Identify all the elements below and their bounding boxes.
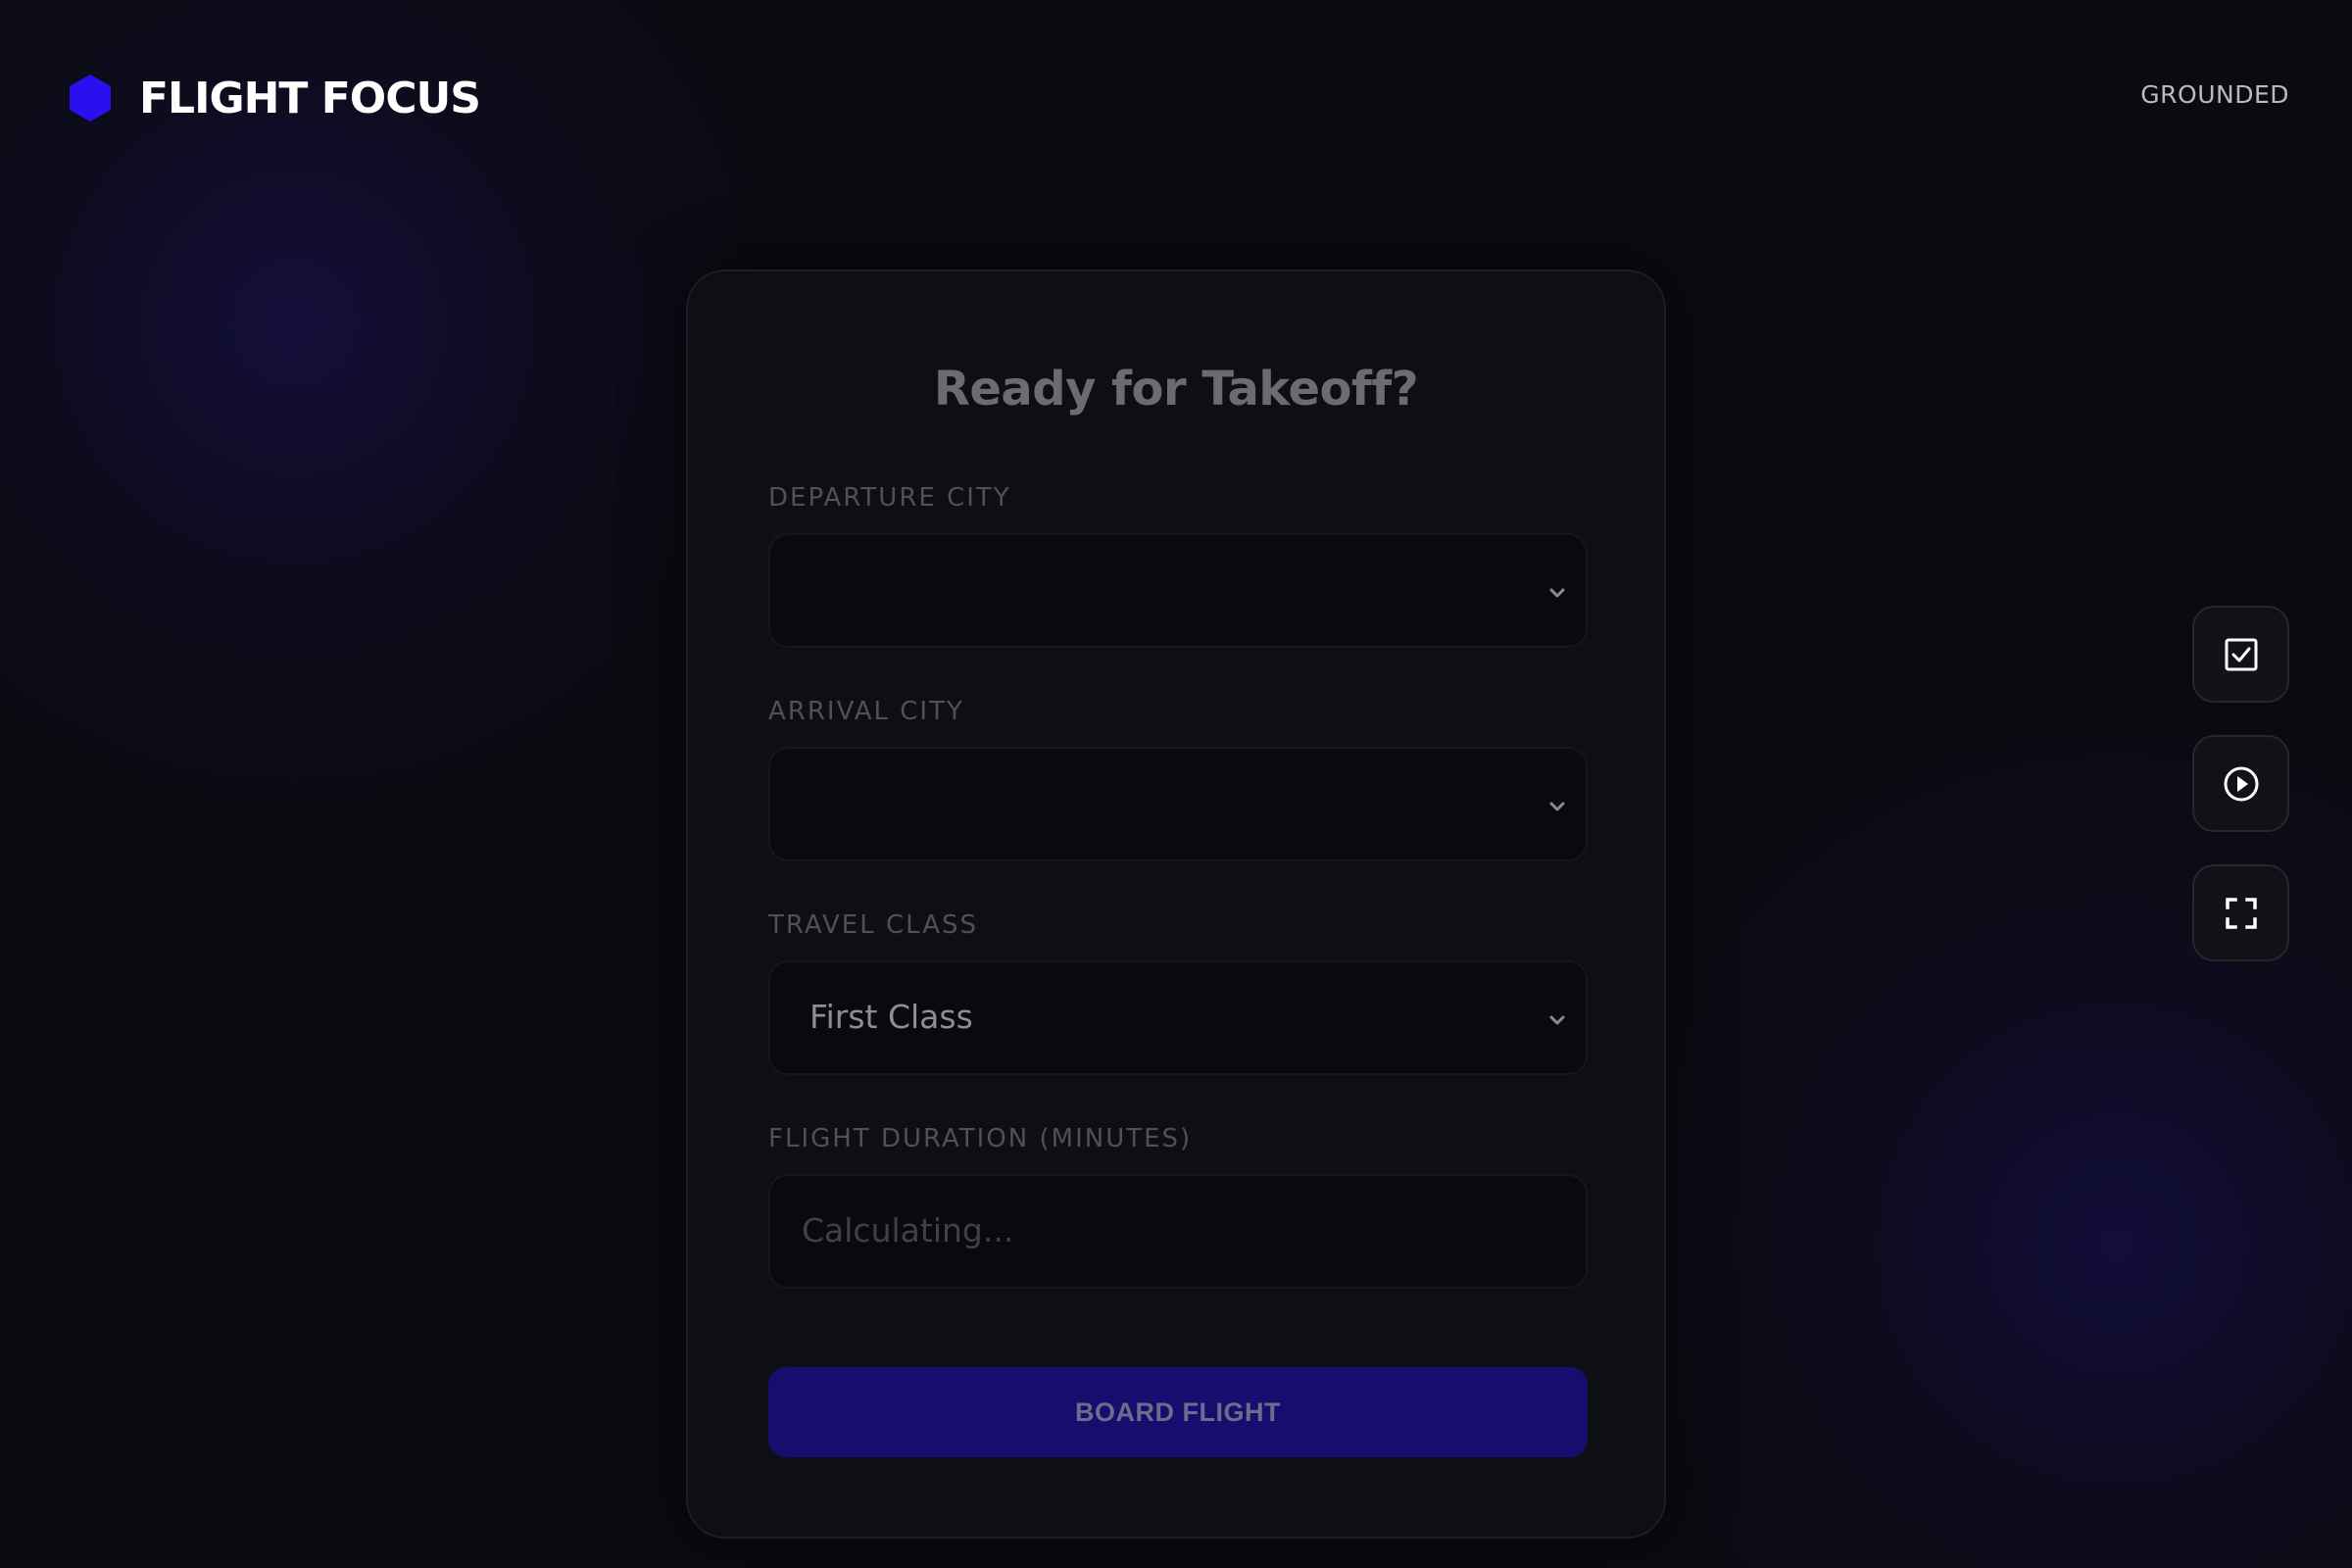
play-circle-icon [2224, 766, 2258, 801]
travel-class-label: TRAVEL CLASS [768, 910, 979, 940]
form-title: Ready for Takeoff? [933, 362, 1419, 416]
fullscreen-button[interactable] [2192, 864, 2289, 961]
board-flight-button[interactable]: BOARD FLIGHT [768, 1367, 1588, 1457]
app-background: FLIGHT FOCUS GROUNDED Ready for Takeoff?… [0, 0, 2352, 1568]
travel-class-value: First Class [809, 998, 973, 1036]
flight-duration-placeholder: Calculating... [802, 1211, 1014, 1250]
arrival-city-label: ARRIVAL CITY [768, 697, 964, 726]
chevron-down-icon [1549, 588, 1565, 598]
checkbox-icon [2225, 638, 2257, 670]
departure-city-label: DEPARTURE CITY [768, 483, 1011, 513]
play-button[interactable] [2192, 735, 2289, 832]
flight-duration-input[interactable]: Calculating... [768, 1174, 1588, 1289]
flight-duration-label: FLIGHT DURATION (MINUTES) [768, 1124, 1193, 1153]
travel-class-select[interactable]: First Class [768, 960, 1588, 1075]
flight-booking-card: Ready for Takeoff? DEPARTURE CITY ARRIVA… [686, 270, 1666, 1539]
chevron-down-icon [1549, 802, 1565, 811]
fullscreen-icon [2225, 897, 2257, 929]
brand: FLIGHT FOCUS [67, 69, 481, 127]
arrival-city-select[interactable] [768, 747, 1588, 861]
chevron-down-icon [1549, 1015, 1565, 1025]
task-checklist-button[interactable] [2192, 606, 2289, 703]
flight-status-label: GROUNDED [2140, 80, 2289, 109]
hexagon-logo-icon [70, 74, 111, 122]
departure-city-select[interactable] [768, 533, 1588, 648]
app-title: FLIGHT FOCUS [139, 73, 481, 123]
